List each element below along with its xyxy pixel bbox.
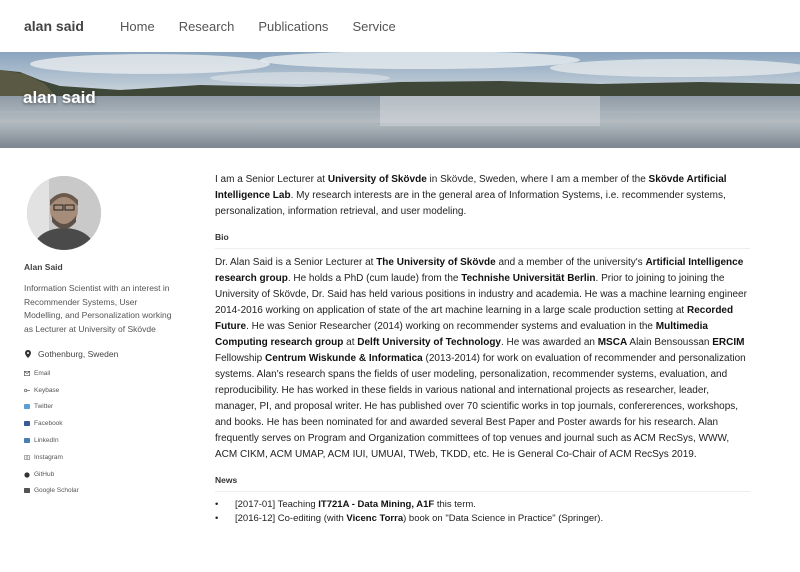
bold-link-text: Technishe Universität Berlin [461,273,596,284]
author-location: Gothenburg, Sweden [24,349,190,359]
bold-link-text: Delft University of Technology [357,337,501,348]
banner-title: alan said [23,88,96,107]
news-item: [2017-01] Teaching IT721A - Data Mining,… [215,498,750,512]
bold-link-text: MSCA [597,337,628,348]
nav-home[interactable]: Home [120,19,155,34]
envelope-icon [23,370,31,376]
link-keybase[interactable]: Keybase [23,382,190,399]
link-label: LinkedIn [34,437,59,445]
link-linkedin[interactable]: LinkedIn [24,432,190,449]
link-label: GitHub [34,470,55,478]
bold-link-text: ERCIM [712,337,745,348]
bold-link-text: Vicenc Torra [346,513,404,524]
author-sidebar: Alan Said Information Scientist with an … [0,148,190,526]
avatar [27,176,101,250]
bio-heading: Bio [215,232,750,249]
header-banner: alan said [0,52,800,148]
link-label: Facebook [34,420,63,428]
linkedin-icon [24,438,30,444]
link-email[interactable]: Email [23,365,190,382]
link-facebook[interactable]: Facebook [24,415,190,432]
link-label: Keybase [34,386,60,394]
nav-publications[interactable]: Publications [258,19,328,34]
bold-link-text: Skövde Artificial Intelligence Lab [215,174,727,201]
bold-link-text: University of Skövde [327,174,427,185]
link-label: Instagram [34,453,63,461]
page-content: Alan Said Information Scientist with an … [0,148,800,526]
link-label: Email [34,369,51,377]
key-icon [23,388,30,393]
intro-paragraph: I am a Senior Lecturer at University of … [215,174,727,217]
twitter-icon [24,404,30,410]
link-google-scholar[interactable]: Google Scholar [24,483,190,500]
bold-link-text: The University of Skövde [376,257,496,268]
scholar-icon [24,488,30,494]
link-label: Twitter [34,403,54,411]
instagram-icon [24,454,31,460]
bold-link-text: IT721A - Data Mining, A1F [318,499,435,510]
link-github[interactable]: GitHub [24,466,190,483]
news-list: [2017-01] Teaching IT721A - Data Mining,… [215,498,750,526]
social-links: Email Keybase Twitter Facebook LinkedIn … [23,365,190,500]
news-heading: News [215,475,750,492]
location-text: Gothenburg, Sweden [38,349,119,359]
site-brand[interactable]: alan said [24,18,120,34]
lake-landscape-image [0,52,800,148]
link-label: Google Scholar [34,487,79,495]
nav-research[interactable]: Research [179,19,235,34]
link-twitter[interactable]: Twitter [24,399,190,416]
author-name: Alan Said [24,262,63,272]
top-navbar: alan said Home Research Publications Ser… [0,0,800,52]
bio-paragraph: Dr. Alan Said is a Senior Lecturer at Th… [215,257,747,460]
nav-links: Home Research Publications Service [120,19,420,34]
github-icon [24,472,30,478]
news-item: [2016-12] Co-editing (with Vicenc Torra)… [215,512,750,526]
bold-link-text: Centrum Wiskunde & Informatica [265,353,423,364]
nav-service[interactable]: Service [352,19,395,34]
map-pin-icon [24,350,32,358]
main-content: I am a Senior Lecturer at University of … [190,148,750,526]
link-instagram[interactable]: Instagram [24,449,190,466]
portrait-image [27,176,101,250]
author-bio: Information Scientist with an interest i… [24,283,172,334]
facebook-icon [24,421,30,427]
